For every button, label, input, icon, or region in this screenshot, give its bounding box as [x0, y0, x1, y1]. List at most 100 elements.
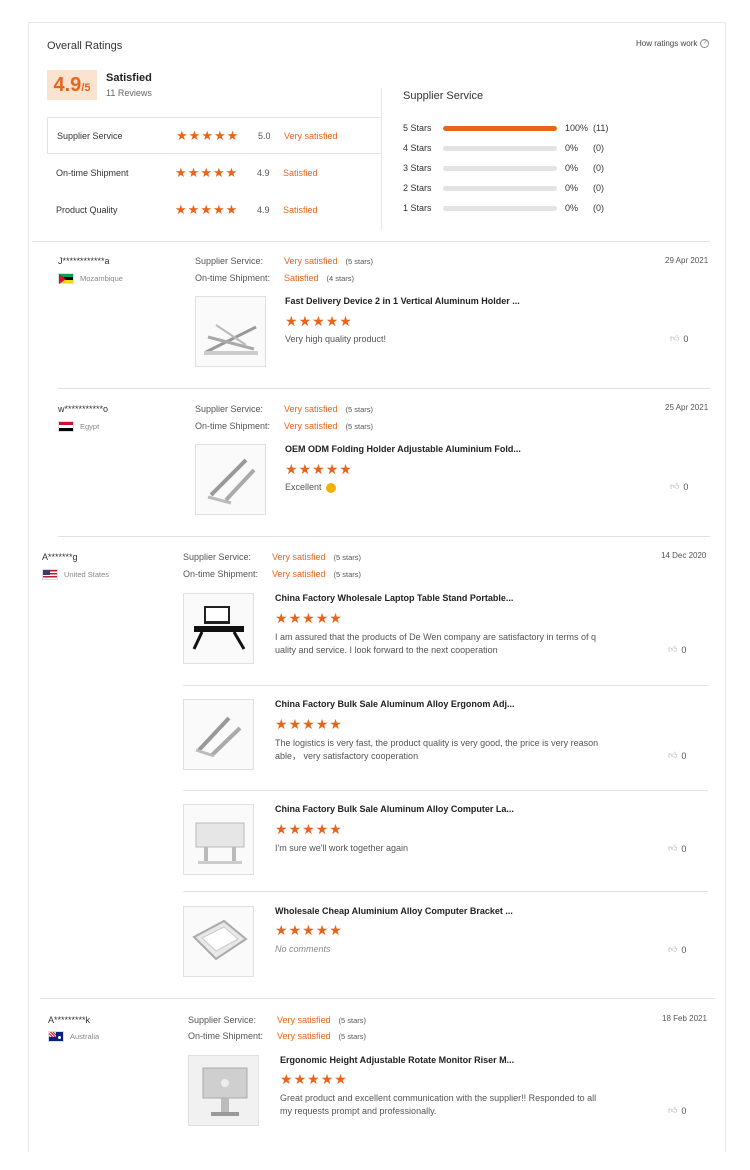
product-thumbnail[interactable] [183, 699, 254, 770]
star-rating: ★ ★ ★ ★ ★ [275, 716, 342, 732]
overall-score-suffix: /5 [81, 82, 91, 94]
ergonomic-stand-image[interactable] [184, 700, 254, 770]
star-rating: ★ ★ ★ ★ ★ [176, 128, 239, 143]
meta-value: Very satisfied [272, 569, 326, 579]
like-count: 0 [681, 843, 687, 854]
divider [32, 241, 710, 242]
laptop-table-image[interactable] [184, 594, 254, 664]
product-thumbnail[interactable] [195, 444, 266, 515]
computer-stand-image[interactable] [184, 805, 254, 875]
breakdown-label: 3 Stars [403, 163, 432, 173]
breakdown-pct: 100% [565, 123, 589, 133]
product-title[interactable]: China Factory Bulk Sale Aluminum Alloy E… [275, 699, 515, 709]
meta-stars: (5 stars) [338, 1032, 367, 1041]
reviewer-country: Egypt [58, 421, 99, 432]
meta-value: Satisfied [284, 273, 319, 283]
like-count: 0 [681, 750, 687, 761]
product-thumbnail[interactable] [183, 906, 254, 977]
product-title[interactable]: OEM ODM Folding Holder Adjustable Alumin… [285, 444, 521, 454]
thumbs-up-icon[interactable]: 👍︎ [668, 750, 677, 761]
star-rating: ★ ★ ★ ★ ★ [285, 461, 352, 477]
like-button[interactable]: 👍︎ 0 [670, 333, 688, 344]
thumbs-up-icon[interactable]: 👍︎ [668, 644, 677, 655]
review-comment: The logistics is very fast, the product … [275, 737, 635, 762]
breakdown-bar [443, 145, 557, 151]
thumbs-up-icon[interactable]: 👍︎ [670, 481, 679, 492]
product-title[interactable]: Ergonomic Height Adjustable Rotate Monit… [280, 1055, 514, 1065]
how-ratings-work-link[interactable]: How ratings work ? [636, 39, 710, 48]
review-comment: Excellent [285, 481, 337, 494]
bracket-image[interactable] [184, 907, 254, 977]
overall-ratings-title: Overall Ratings [47, 40, 123, 52]
meta-label: On-time Shipment: [195, 273, 271, 283]
sub-rating-product-quality[interactable]: Product Quality ★ ★ ★ ★ ★ 4.9 Satisfied [47, 191, 381, 228]
breakdown-count: (11) [593, 123, 609, 133]
thumbs-up-icon[interactable]: 👍︎ [670, 333, 679, 344]
breakdown-row-5: 5 Stars 100% (11) [403, 121, 633, 135]
thumbs-up-icon[interactable]: 👍︎ [668, 843, 677, 854]
reviewer-country: United States [42, 569, 109, 580]
like-button[interactable]: 👍︎ 0 [668, 843, 686, 854]
heart-emoji-icon [326, 482, 337, 493]
thumbs-up-icon[interactable]: 👍︎ [668, 944, 677, 955]
review-meta-service: Supplier Service: Very satisfied (5 stars) [188, 1015, 366, 1025]
review-meta-shipment: On-time Shipment: Very satisfied (5 stars) [195, 421, 373, 431]
product-title[interactable]: China Factory Bulk Sale Aluminum Alloy C… [275, 804, 514, 814]
sub-rating-on-time-shipment[interactable]: On-time Shipment ★ ★ ★ ★ ★ 4.9 Satisfied [47, 154, 381, 191]
like-button[interactable]: 👍︎ 0 [670, 481, 688, 492]
breakdown-row-3: 3 Stars 0% (0) [403, 161, 633, 175]
divider [183, 790, 708, 791]
meta-value: Very satisfied [284, 404, 338, 414]
comment-line: The logistics is very fast, the product … [275, 738, 599, 748]
comment-text: Excellent [285, 482, 322, 492]
star-rating: ★ ★ ★ ★ ★ [275, 922, 342, 938]
breakdown-bar [443, 185, 557, 191]
review-comment: I am assured that the products of De Wen… [275, 631, 635, 656]
product-title[interactable]: China Factory Wholesale Laptop Table Sta… [275, 593, 513, 603]
laptop-stand-image[interactable] [196, 297, 266, 367]
meta-value: Very satisfied [277, 1015, 331, 1025]
like-button[interactable]: 👍︎ 0 [668, 944, 686, 955]
country-label: Egypt [80, 422, 100, 431]
review-comment: No comments [275, 944, 331, 954]
product-thumbnail[interactable] [195, 296, 266, 367]
like-button[interactable]: 👍︎ 0 [668, 750, 686, 761]
monitor-riser-image[interactable] [189, 1056, 259, 1126]
divider [58, 388, 710, 389]
breakdown-count: (0) [593, 143, 604, 153]
breakdown-pct: 0% [565, 203, 579, 213]
product-thumbnail[interactable] [183, 593, 254, 664]
how-ratings-label[interactable]: How ratings work [636, 39, 697, 48]
folding-holder-image[interactable] [196, 445, 266, 515]
like-button[interactable]: 👍︎ 0 [668, 644, 686, 655]
sub-rating-text: Satisfied [283, 204, 318, 215]
breakdown-label: 2 Stars [403, 183, 432, 193]
sub-rating-text: Very satisfied [284, 130, 338, 141]
overall-satisfaction-label: Satisfied [106, 72, 152, 84]
product-title[interactable]: Fast Delivery Device 2 in 1 Vertical Alu… [285, 296, 520, 306]
question-icon[interactable]: ? [700, 39, 710, 48]
flag-icon [58, 421, 74, 432]
product-thumbnail[interactable] [183, 804, 254, 875]
like-button[interactable]: 👍︎ 0 [668, 1105, 686, 1116]
sub-rating-text: Satisfied [283, 167, 318, 178]
meta-value: Very satisfied [277, 1031, 331, 1041]
review-date: 14 Dec 2020 [661, 551, 707, 560]
product-title[interactable]: Wholesale Cheap Aluminium Alloy Computer… [275, 906, 513, 916]
meta-value: Very satisfied [284, 256, 338, 266]
breakdown-label: 1 Stars [403, 203, 432, 213]
product-thumbnail[interactable] [188, 1055, 259, 1126]
meta-stars: (5 stars) [338, 1016, 367, 1025]
meta-label: Supplier Service: [183, 552, 252, 562]
sub-rating-label: Supplier Service [57, 130, 123, 141]
reviewer-country: Australia [48, 1031, 99, 1042]
thumbs-up-icon[interactable]: 👍︎ [668, 1105, 677, 1116]
sub-rating-supplier-service[interactable]: Supplier Service ★ ★ ★ ★ ★ 5.0 Very satisfie… [47, 117, 381, 154]
breakdown-pct: 0% [565, 143, 579, 153]
meta-stars: (5 stars) [333, 570, 362, 579]
breakdown-row-2: 2 Stars 0% (0) [403, 181, 633, 195]
review-comment: I'm sure we'll work together again [275, 843, 408, 853]
meta-label: On-time Shipment: [183, 569, 259, 579]
reviewer-name: w***********o [58, 404, 109, 414]
like-count: 0 [683, 481, 689, 492]
